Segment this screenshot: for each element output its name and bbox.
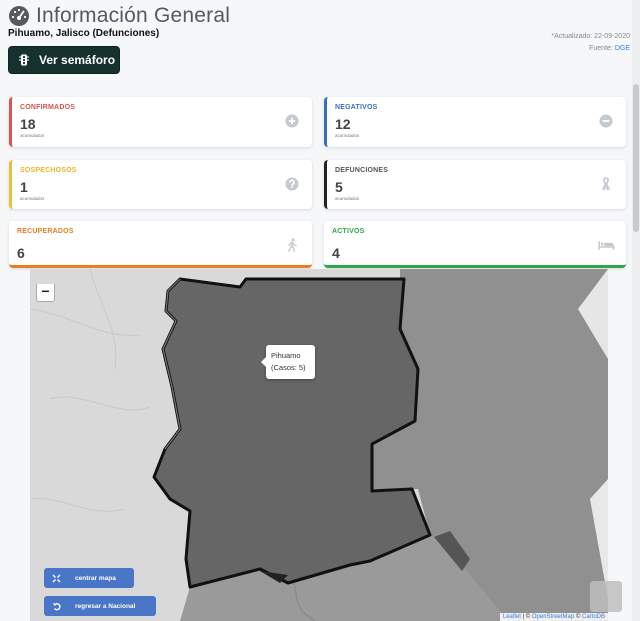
sospechosos-value: 1 [20,179,28,195]
map-attribution: Leaflet | © OpenStreetMap © CartoDB [499,613,608,621]
activos-label: ACTIVOS [332,228,365,235]
sospechosos-card: SOSPECHOSOS 1 acumulados [9,160,312,209]
activos-value: 4 [332,245,340,261]
municipality-tooltip: Pihuamo (Casos: 5) [261,345,315,379]
tooltip-name: Pihuamo [271,351,301,360]
confirmados-sub: acumulados [20,133,45,138]
source-line: Fuente: DGE [551,43,630,55]
traffic-light-icon [19,54,29,66]
attribution-and: © [574,614,582,620]
undo-icon [52,602,61,610]
carto-link[interactable]: CartoDB [582,614,605,620]
recuperados-label: RECUPERADOS [17,228,74,235]
defunciones-value: 5 [335,179,343,195]
recuperados-value: 6 [17,245,25,261]
source-label: Fuente: [589,45,613,52]
question-circle-icon [285,177,299,191]
tachometer-icon [9,6,29,26]
center-map-label: centrar mapa [75,574,116,582]
defunciones-sub: acumulados [335,196,360,201]
location-subtitle: Pihuamo, Jalisco (Defunciones) [8,28,160,39]
updated-date: *Actualizado: 22-09-2020 [551,33,630,40]
sospechosos-label: SOSPECHOSOS [20,167,77,174]
map-container[interactable]: − Pihuamo (Casos: 5) centrar mapa regres… [30,269,608,621]
source-link[interactable]: DGE [615,45,630,52]
plus-circle-icon [285,114,299,128]
bed-icon [598,241,615,250]
crosshair-icon [52,574,61,582]
negativos-value: 12 [335,116,351,132]
leaflet-link[interactable]: Leaflet [503,614,521,620]
walking-icon [287,238,297,252]
confirmados-card: CONFIRMADOS 18 acumulados [9,97,312,147]
confirmados-value: 18 [20,116,36,132]
page-title: Información General [8,4,230,28]
scrollbar-thumb[interactable] [633,84,639,232]
ver-semaforo-button[interactable]: Ver semáforo [8,46,120,74]
defunciones-card: DEFUNCIONES 5 acumulados [324,160,626,209]
page-header: Información General Pihuamo, Jalisco (De… [0,0,632,92]
ver-semaforo-label: Ver semáforo [39,53,116,67]
back-to-national-label: regresar a Nacional [75,602,136,610]
recuperados-card: RECUPERADOS 6 [9,221,312,268]
osm-link[interactable]: OpenStreetMap [532,614,574,620]
page-scrollbar[interactable] [632,0,640,621]
zoom-out-button[interactable]: − [36,284,55,302]
sospechosos-sub: acumulados [20,196,45,201]
minus-circle-icon [599,114,613,128]
update-info: *Actualizado: 22-09-2020 Fuente: DGE [551,31,630,55]
negativos-label: NEGATIVOS [335,104,378,111]
negativos-card: NEGATIVOS 12 acumulados [324,97,626,147]
tooltip-cases: (Casos: 5) [271,363,306,372]
defunciones-label: DEFUNCIONES [335,167,389,174]
back-to-national-button[interactable]: regresar a Nacional [44,596,156,616]
scroll-to-top-button[interactable] [590,581,622,612]
attribution-sep: | © [520,614,532,620]
confirmados-label: CONFIRMADOS [20,104,76,111]
negativos-sub: acumulados [335,133,360,138]
page-title-text: Información General [36,4,231,27]
ribbon-icon [601,177,611,191]
center-map-button[interactable]: centrar mapa [44,568,134,588]
activos-card: ACTIVOS 4 [324,221,626,268]
